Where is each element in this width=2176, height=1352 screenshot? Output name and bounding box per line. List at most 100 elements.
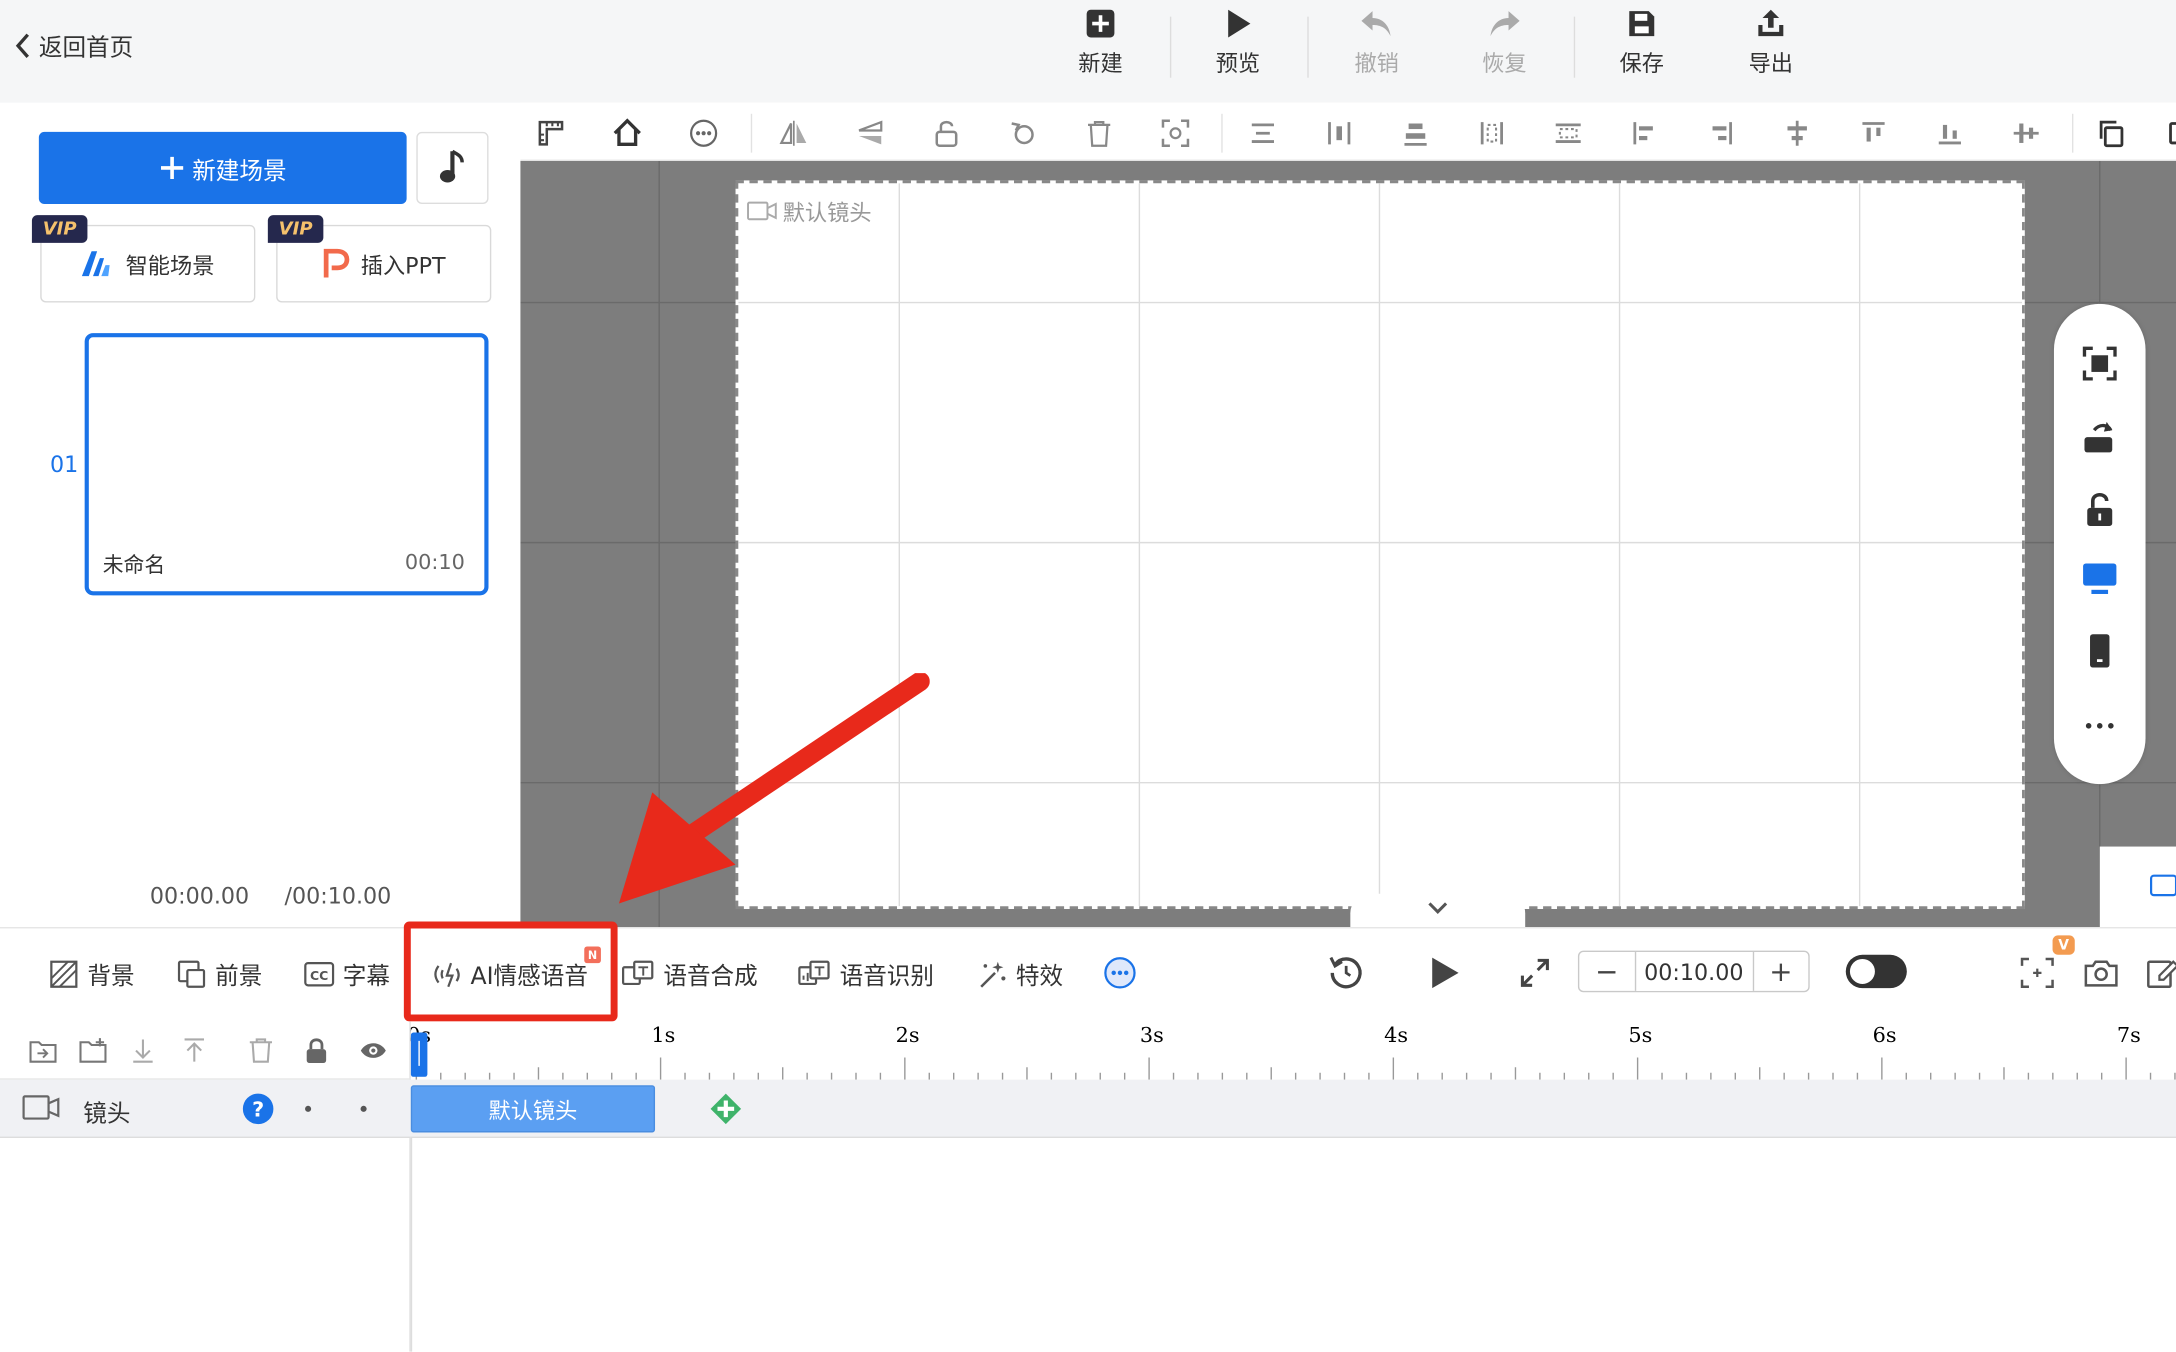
tab-subtitle[interactable]: CC 字幕 [304, 956, 390, 991]
ruler-icon[interactable] [536, 118, 567, 149]
increase-duration-button[interactable]: + [1753, 952, 1808, 991]
add-folder-icon[interactable] [79, 1037, 107, 1065]
back-home-link[interactable]: 返回首页 [11, 28, 134, 63]
plus-square-icon [1086, 9, 1115, 38]
ruler-tick-label: 7s [2117, 1023, 2141, 1047]
flip-vertical-icon[interactable] [855, 118, 886, 149]
redo-button[interactable]: 恢复 [1449, 8, 1560, 77]
more-tabs-icon[interactable] [1103, 956, 1136, 989]
tab-speech-synthesis[interactable]: 语音合成 [622, 956, 758, 991]
minimap[interactable] [2099, 846, 2176, 928]
eye-icon[interactable] [359, 1037, 387, 1065]
save-button[interactable]: 保存 [1586, 8, 1697, 77]
add-clip-icon[interactable] [709, 1092, 742, 1125]
home-icon[interactable] [612, 118, 643, 149]
dot-icon[interactable] [358, 1103, 369, 1114]
tab-effects-label: 特效 [1015, 963, 1064, 991]
overflow-icon[interactable] [2165, 118, 2176, 149]
tab-effects[interactable]: 特效 [977, 956, 1063, 991]
more-circle-icon[interactable] [688, 118, 719, 149]
tab-background[interactable]: 背景 [49, 956, 135, 991]
foreground-icon [177, 959, 206, 988]
svg-text:CC: CC [310, 967, 328, 982]
chevron-down-icon [1428, 902, 1448, 914]
insert-ppt-label: 插入PPT [360, 252, 446, 279]
align-vertical-center-icon[interactable] [2011, 118, 2042, 149]
fullscreen-icon[interactable] [1518, 956, 1551, 989]
dot-icon[interactable] [303, 1103, 314, 1114]
undo-icon [1361, 11, 1391, 37]
export-button[interactable]: 导出 [1715, 8, 1826, 77]
timeline-clip[interactable]: 默认镜头 [410, 1085, 656, 1133]
unlock-icon[interactable] [931, 118, 962, 149]
decrease-duration-button[interactable]: − [1579, 952, 1634, 991]
lock-icon[interactable] [303, 1037, 331, 1065]
help-icon[interactable]: ? [241, 1092, 274, 1125]
flip-horizontal-icon[interactable] [779, 118, 810, 149]
duration-stepper[interactable]: − + [1577, 950, 1810, 993]
fit-screen-icon[interactable] [2080, 344, 2119, 383]
duration-input[interactable] [1634, 952, 1754, 991]
save-label: 保存 [1619, 49, 1664, 77]
focus-icon[interactable] [1160, 118, 1191, 149]
smart-scene-icon [82, 251, 111, 277]
align-left-icon[interactable] [1629, 118, 1660, 149]
tab-foreground[interactable]: 前景 [176, 956, 262, 991]
trash-icon[interactable] [247, 1037, 275, 1065]
align-horizontal-center-icon[interactable] [1782, 118, 1813, 149]
snapshot-icon[interactable] [2083, 956, 2119, 989]
play-icon [1228, 9, 1251, 38]
back-home-label: 返回首页 [38, 34, 134, 63]
rotate-icon[interactable] [1008, 118, 1039, 149]
more-horizontal-icon[interactable] [2080, 706, 2119, 745]
play-button-icon[interactable] [1427, 953, 1463, 992]
tab-asr-label: 语音识别 [839, 963, 934, 991]
portrait-icon[interactable] [2080, 631, 2119, 670]
ruler-tick-label: 6s [1873, 1023, 1897, 1047]
delete-icon[interactable] [1084, 118, 1115, 149]
align-center-icon[interactable] [1248, 118, 1279, 149]
rotate-view-icon[interactable] [2080, 418, 2119, 457]
replay-icon[interactable] [1327, 953, 1366, 992]
new-scene-button[interactable]: 新建场景 [38, 131, 407, 205]
undo-button[interactable]: 撤销 [1321, 8, 1432, 77]
camera-track-icon [22, 1095, 60, 1120]
move-down-icon[interactable] [129, 1037, 157, 1065]
distribute-horizontal-icon[interactable] [1477, 118, 1508, 149]
align-middle-icon[interactable] [1400, 118, 1431, 149]
track-list: 镜头 ? [0, 1021, 2176, 1352]
scene-card[interactable]: 未命名 00:10 [84, 333, 489, 596]
new-scene-label: 新建场景 [192, 157, 287, 186]
divider [1221, 113, 1223, 153]
music-button[interactable] [416, 131, 489, 205]
collapse-panel-button[interactable] [1350, 893, 1526, 928]
edit-icon[interactable] [2146, 956, 2176, 989]
timeline-ruler[interactable]: 0s1s2s3s4s5s6s7s [410, 1021, 2176, 1080]
tab-tts-label: 语音合成 [663, 963, 758, 991]
effects-icon [980, 961, 1006, 987]
align-vertical-icon[interactable] [1324, 118, 1355, 149]
ruler-tick-label: 2s [896, 1023, 920, 1047]
frame-crop-icon[interactable] [2019, 956, 2055, 989]
camera-label: 默认镜头 [747, 194, 872, 227]
top-bar: 返回首页 新建 预览 撤销 恢复 保存 导出 [0, 0, 2176, 103]
distribute-vertical-icon[interactable] [1553, 118, 1584, 149]
move-up-icon[interactable] [180, 1037, 208, 1065]
new-button[interactable]: 新建 [1045, 8, 1156, 77]
tab-speech-recognition[interactable]: 语音识别 [798, 956, 934, 991]
export-label: 导出 [1748, 49, 1794, 77]
unlock-view-icon[interactable] [2080, 490, 2119, 529]
smart-scene-label: 智能场景 [125, 252, 215, 279]
divider [1169, 16, 1172, 78]
align-top-icon[interactable] [1858, 118, 1889, 149]
playhead[interactable] [410, 1024, 428, 1077]
export-icon [1758, 9, 1784, 37]
copy-icon[interactable] [2096, 118, 2127, 149]
toggle-switch[interactable] [1845, 954, 1907, 989]
preview-button[interactable]: 预览 [1182, 8, 1293, 77]
import-folder-icon[interactable] [29, 1037, 57, 1065]
align-bottom-icon[interactable] [1935, 118, 1966, 149]
landscape-icon[interactable] [2080, 558, 2119, 597]
cc-icon: CC [304, 961, 335, 986]
align-right-icon[interactable] [1706, 118, 1737, 149]
